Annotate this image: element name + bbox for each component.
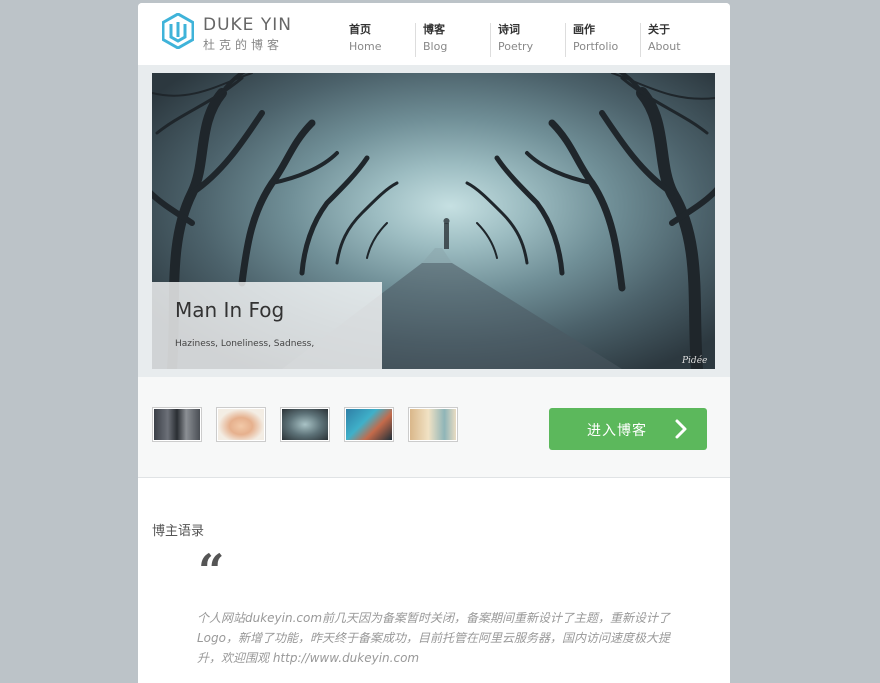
- logo-text[interactable]: DUKE YIN: [203, 15, 292, 35]
- quote-text: 个人网站dukeyin.com前几天因为备案暂时关闭，备案期间重新设计了主题，重…: [197, 611, 671, 665]
- hero-title: Man In Fog: [175, 298, 285, 322]
- page-container: DUKE YIN 杜克的博客 首页 Home 博客 Blog 诗词 Poetry…: [138, 3, 730, 683]
- nav-item-poetry[interactable]: 诗词 Poetry: [490, 23, 533, 57]
- nav-item-about[interactable]: 关于 About: [640, 23, 681, 57]
- hero-slider: Pidée Man In Fog Haziness, Loneliness, S…: [138, 65, 730, 377]
- nav-label-en: Poetry: [498, 40, 534, 53]
- enter-blog-label: 进入博客: [587, 423, 647, 439]
- logo-subtitle[interactable]: 杜克的博客: [203, 36, 283, 53]
- thumbnail-2[interactable]: [216, 407, 266, 442]
- nav-item-blog[interactable]: 博客 Blog: [415, 23, 447, 57]
- nav-label-cn: 诗词: [498, 23, 520, 36]
- site-header: DUKE YIN 杜克的博客 首页 Home 博客 Blog 诗词 Poetry…: [138, 3, 730, 65]
- nav-item-portfolio[interactable]: 画作 Portfolio: [565, 23, 618, 57]
- hero-tags: Haziness, Loneliness, Sadness,: [175, 339, 315, 349]
- logo-icon[interactable]: [161, 12, 195, 50]
- thumbnail-3[interactable]: [280, 407, 330, 442]
- nav-label-cn: 画作: [573, 23, 595, 36]
- nav-label-cn: 博客: [423, 23, 445, 36]
- nav-item-home[interactable]: 首页 Home: [338, 23, 381, 57]
- thumbnail-1[interactable]: [152, 407, 202, 442]
- svg-text:Pidée: Pidée: [681, 355, 707, 366]
- thumbnail-5[interactable]: [408, 407, 458, 442]
- nav-label-cn: 首页: [349, 23, 371, 36]
- hero-image[interactable]: Pidée Man In Fog Haziness, Loneliness, S…: [152, 73, 715, 369]
- thumbnail-4[interactable]: [344, 407, 394, 442]
- nav-label-en: Portfolio: [573, 40, 619, 53]
- chevron-right-icon: [675, 419, 687, 439]
- nav-label-en: About: [648, 40, 681, 53]
- hero-caption: Man In Fog Haziness, Loneliness, Sadness…: [152, 282, 382, 369]
- nav-label-en: Blog: [423, 40, 448, 53]
- nav-label-en: Home: [349, 40, 382, 53]
- quote-icon: “: [198, 544, 225, 598]
- nav-label-cn: 关于: [648, 23, 670, 36]
- section-title: 博主语录: [152, 524, 205, 539]
- thumbnail-strip: 进入博客: [138, 377, 730, 478]
- enter-blog-button[interactable]: 进入博客: [549, 408, 707, 450]
